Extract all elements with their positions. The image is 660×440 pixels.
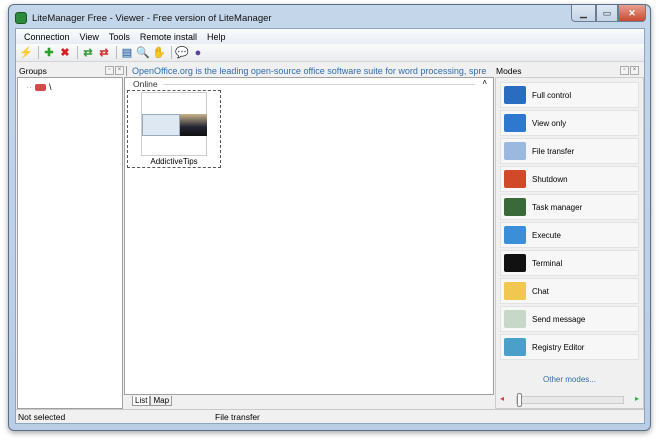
close-panel-icon[interactable]: ×: [115, 66, 124, 75]
folder-icon: [35, 83, 46, 91]
mode-shutdown[interactable]: Shutdown: [500, 166, 639, 192]
menu-view[interactable]: View: [80, 32, 99, 42]
toolbar: ⚡ ✚ ✖ ⇄ ⇄ ▤ 🔍 ✋ 💬 ●: [16, 44, 644, 62]
toolbar-separator: [38, 46, 39, 59]
title-bar: LiteManager Free - Viewer - Free version…: [15, 9, 272, 27]
mode-label: Send message: [532, 314, 586, 324]
mode-label: View only: [532, 118, 567, 128]
mode-label: Execute: [532, 230, 561, 240]
mode-label: Shutdown: [532, 174, 568, 184]
shutdown-icon: [504, 170, 526, 188]
registry-editor-icon: [504, 338, 526, 356]
mode-send-message[interactable]: Send message: [500, 306, 639, 332]
pin-icon[interactable]: ▫: [620, 66, 629, 75]
computer-thumbnail: [141, 92, 207, 156]
mode-task-manager[interactable]: Task manager: [500, 194, 639, 220]
zoom-in-icon[interactable]: ▸: [635, 394, 639, 403]
group-root[interactable]: ·· \: [26, 82, 52, 92]
status-bar: Not selected File transfer: [16, 409, 644, 423]
mode-label: Task manager: [532, 202, 583, 212]
mode-registry-editor[interactable]: Registry Editor: [500, 334, 639, 360]
connect-button[interactable]: ⚡: [19, 46, 33, 60]
send-message-icon: [504, 310, 526, 328]
app-icon: [15, 12, 27, 24]
computer-name: AddictiveTips: [150, 157, 198, 166]
tab-map[interactable]: Map: [150, 396, 173, 406]
menu-tools[interactable]: Tools: [109, 32, 130, 42]
delete-button[interactable]: ✖: [58, 46, 72, 60]
tab-list[interactable]: List: [132, 396, 151, 406]
groups-title: Groups: [19, 66, 47, 76]
slider-thumb[interactable]: [517, 393, 522, 407]
close-button[interactable]: ✕: [618, 5, 646, 22]
task-manager-icon: [504, 198, 526, 216]
mode-label: Terminal: [532, 258, 563, 268]
pin-icon[interactable]: ▫: [105, 66, 114, 75]
search-button[interactable]: 🔍: [136, 46, 150, 60]
full-control-icon: [504, 86, 526, 104]
toolbar-separator: [77, 46, 78, 59]
zoom-out-icon[interactable]: ◂: [500, 394, 504, 403]
mode-label: Full control: [532, 90, 572, 100]
app-window: LiteManager Free - Viewer - Free version…: [8, 4, 651, 431]
window-title: LiteManager Free - Viewer - Free version…: [32, 12, 272, 24]
mode-terminal[interactable]: Terminal: [500, 250, 639, 276]
hand-button[interactable]: ✋: [152, 46, 166, 60]
close-panel-icon[interactable]: ×: [630, 66, 639, 75]
mode-file-transfer[interactable]: File transfer: [500, 138, 639, 164]
user-button[interactable]: ●: [191, 46, 205, 60]
sync-red-button[interactable]: ⇄: [97, 46, 111, 60]
file-transfer-icon: [504, 142, 526, 160]
mode-execute[interactable]: Execute: [500, 222, 639, 248]
mode-view-only[interactable]: View only: [500, 110, 639, 136]
groups-panel: ·· \: [17, 77, 123, 409]
mode-label: Registry Editor: [532, 342, 585, 352]
toolbar-separator: [116, 46, 117, 59]
status-mode: File transfer: [215, 412, 260, 422]
terminal-icon: [504, 254, 526, 272]
sync-green-button[interactable]: ⇄: [81, 46, 95, 60]
menu-remote-install[interactable]: Remote install: [140, 32, 197, 42]
mode-full-control[interactable]: Full control: [500, 82, 639, 108]
minimize-button[interactable]: ▁: [571, 5, 596, 22]
zoom-slider[interactable]: [516, 393, 624, 407]
view-button[interactable]: ▤: [120, 46, 134, 60]
computer-item[interactable]: AddictiveTips: [127, 90, 221, 168]
news-banner[interactable]: OpenOffice.org is the leading open-sourc…: [126, 66, 492, 76]
chat-button[interactable]: 💬: [175, 46, 189, 60]
mode-label: Chat: [532, 286, 549, 296]
mode-label: File transfer: [532, 146, 575, 156]
mode-chat[interactable]: Chat: [500, 278, 639, 304]
view-only-icon: [504, 114, 526, 132]
menu-bar: Connection View Tools Remote install Hel…: [16, 29, 644, 44]
chat-icon: [504, 282, 526, 300]
status-selection: Not selected: [18, 412, 66, 422]
toolbar-separator: [171, 46, 172, 59]
add-button[interactable]: ✚: [42, 46, 56, 60]
modes-title: Modes: [496, 66, 522, 76]
menu-help[interactable]: Help: [207, 32, 226, 42]
other-modes-link[interactable]: Other modes...: [496, 375, 643, 384]
menu-connection[interactable]: Connection: [24, 32, 70, 42]
maximize-button[interactable]: ▭: [596, 5, 618, 22]
view-tabs: List Map: [132, 396, 173, 406]
collapse-icon[interactable]: ˄: [482, 78, 487, 87]
execute-icon: [504, 226, 526, 244]
computers-view: Online ˄ AddictiveTips: [124, 77, 494, 395]
section-online: Online: [133, 79, 158, 89]
modes-panel: Other modes... ◂ ▸ Full control View only…: [495, 77, 644, 409]
